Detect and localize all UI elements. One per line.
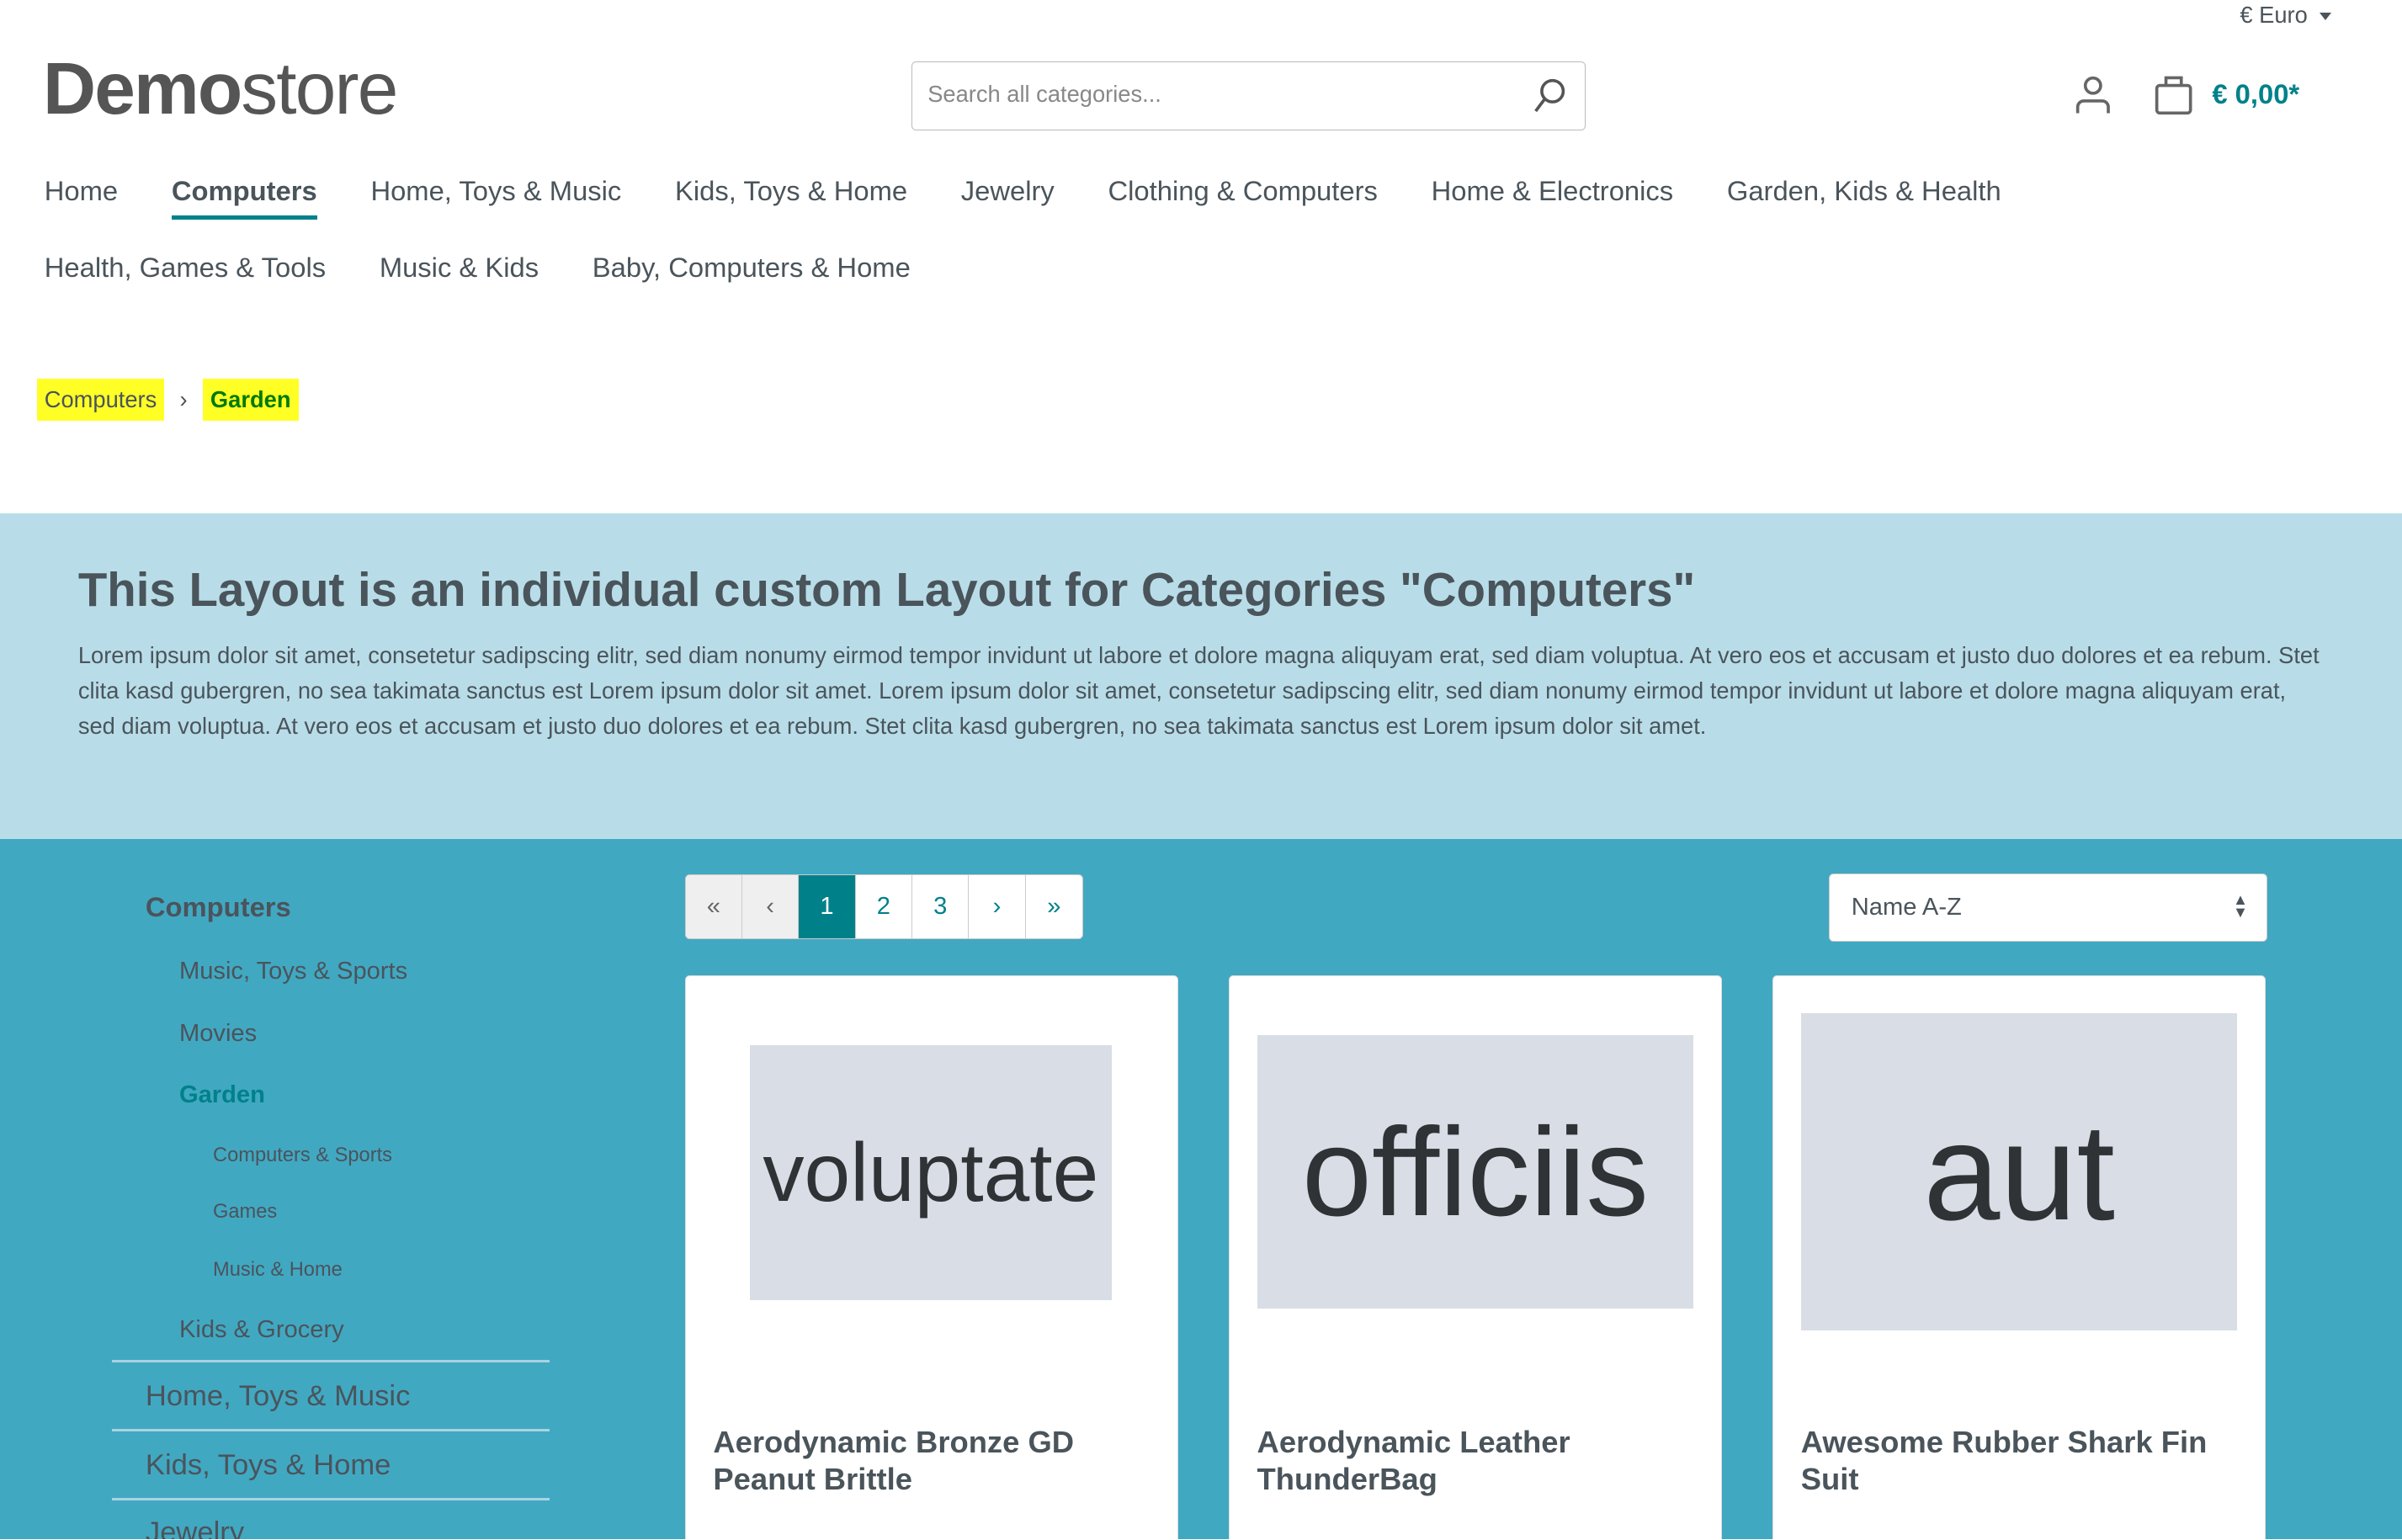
nav-item[interactable]: Home, Toys & Music xyxy=(370,175,621,220)
cart-icon[interactable] xyxy=(2154,73,2193,123)
search-input[interactable]: Search all categories... xyxy=(911,61,1586,130)
main-nav-row-2: Health, Games & Tools Music & Kids Baby,… xyxy=(45,252,911,293)
divider xyxy=(111,1498,550,1500)
search-icon[interactable] xyxy=(1533,77,1566,120)
sort-select[interactable]: Name A-Z ▲ ▼ xyxy=(1829,873,2267,943)
nav-item-home[interactable]: Home xyxy=(45,175,118,220)
sidebar-subitem[interactable]: Music & Home xyxy=(213,1259,343,1282)
banner-text: Lorem ipsum dolor sit amet, consetetur s… xyxy=(77,642,2320,740)
nav-item[interactable]: Garden, Kids & Health xyxy=(1727,175,2001,220)
divider xyxy=(111,1360,550,1362)
sidebar-item-active[interactable]: Garden xyxy=(179,1081,265,1109)
last-page-button[interactable]: » xyxy=(1026,875,1082,938)
divider xyxy=(111,1429,550,1431)
product-image[interactable]: officiis xyxy=(1257,1034,1694,1309)
account-icon[interactable] xyxy=(2075,75,2112,121)
product-image[interactable]: voluptate xyxy=(750,1045,1112,1300)
sidebar-top-item[interactable]: Kids, Toys & Home xyxy=(146,1449,391,1482)
nav-item[interactable]: Kids, Toys & Home xyxy=(675,175,907,220)
caret-down-icon xyxy=(2320,13,2332,20)
product-card[interactable]: voluptate Aerodynamic Bronze GD Peanut B… xyxy=(684,975,1178,1540)
next-page-button[interactable]: › xyxy=(969,875,1026,938)
first-page-button[interactable]: « xyxy=(685,875,742,938)
sidebar-item[interactable]: Music, Toys & Sports xyxy=(179,958,407,985)
sort-arrows-icon: ▲ ▼ xyxy=(2233,891,2249,921)
currency-selector[interactable]: € Euro xyxy=(2240,2,2332,29)
product-name[interactable]: Aerodynamic Bronze GD Peanut Brittle xyxy=(713,1424,1157,1497)
sidebar-top-item[interactable]: Home, Toys & Music xyxy=(146,1380,411,1413)
category-banner: This Layout is an individual custom Layo… xyxy=(0,512,2402,840)
chevron-right-icon: › xyxy=(179,385,188,412)
sidebar-item[interactable]: Movies xyxy=(179,1020,257,1048)
sidebar-item[interactable]: Kids & Grocery xyxy=(179,1316,344,1344)
product-card[interactable]: aut Awesome Rubber Shark Fin Suit xyxy=(1772,975,2266,1540)
product-name[interactable]: Aerodynamic Leather ThunderBag xyxy=(1257,1424,1702,1497)
banner-title: This Layout is an individual custom Layo… xyxy=(77,563,1696,616)
logo[interactable]: Demostore xyxy=(43,46,398,132)
nav-item-computers[interactable]: Computers xyxy=(171,175,317,220)
nav-item[interactable]: Clothing & Computers xyxy=(1108,175,1378,220)
breadcrumb-item[interactable]: Computers xyxy=(36,378,165,421)
sidebar-subitem[interactable]: Computers & Sports xyxy=(213,1144,392,1167)
breadcrumb: Computers › Garden xyxy=(36,378,299,421)
product-image[interactable]: aut xyxy=(1800,1013,2238,1330)
nav-item[interactable]: Music & Kids xyxy=(380,252,539,293)
nav-item[interactable]: Health, Games & Tools xyxy=(45,252,326,293)
main-nav-row-1: Home Computers Home, Toys & Music Kids, … xyxy=(45,175,2001,220)
page-2-button[interactable]: 2 xyxy=(856,875,912,938)
pagination: « ‹ 1 2 3 › » xyxy=(684,874,1084,939)
sidebar-root[interactable]: Computers xyxy=(146,891,291,923)
nav-item[interactable]: Baby, Computers & Home xyxy=(593,252,911,293)
product-card[interactable]: officiis Aerodynamic Leather ThunderBag xyxy=(1228,975,1722,1540)
sidebar-subitem[interactable]: Games xyxy=(213,1201,277,1224)
nav-item[interactable]: Home & Electronics xyxy=(1432,175,1674,220)
product-name[interactable]: Awesome Rubber Shark Fin Suit xyxy=(1801,1424,2245,1497)
prev-page-button[interactable]: ‹ xyxy=(741,875,800,938)
cart-total[interactable]: € 0,00* xyxy=(2212,78,2299,110)
page-3-button[interactable]: 3 xyxy=(912,875,970,938)
sidebar-top-item[interactable]: Jewelry xyxy=(146,1516,244,1539)
breadcrumb-current[interactable]: Garden xyxy=(202,378,299,421)
page-1-button[interactable]: 1 xyxy=(799,875,856,938)
nav-item[interactable]: Jewelry xyxy=(961,175,1055,220)
